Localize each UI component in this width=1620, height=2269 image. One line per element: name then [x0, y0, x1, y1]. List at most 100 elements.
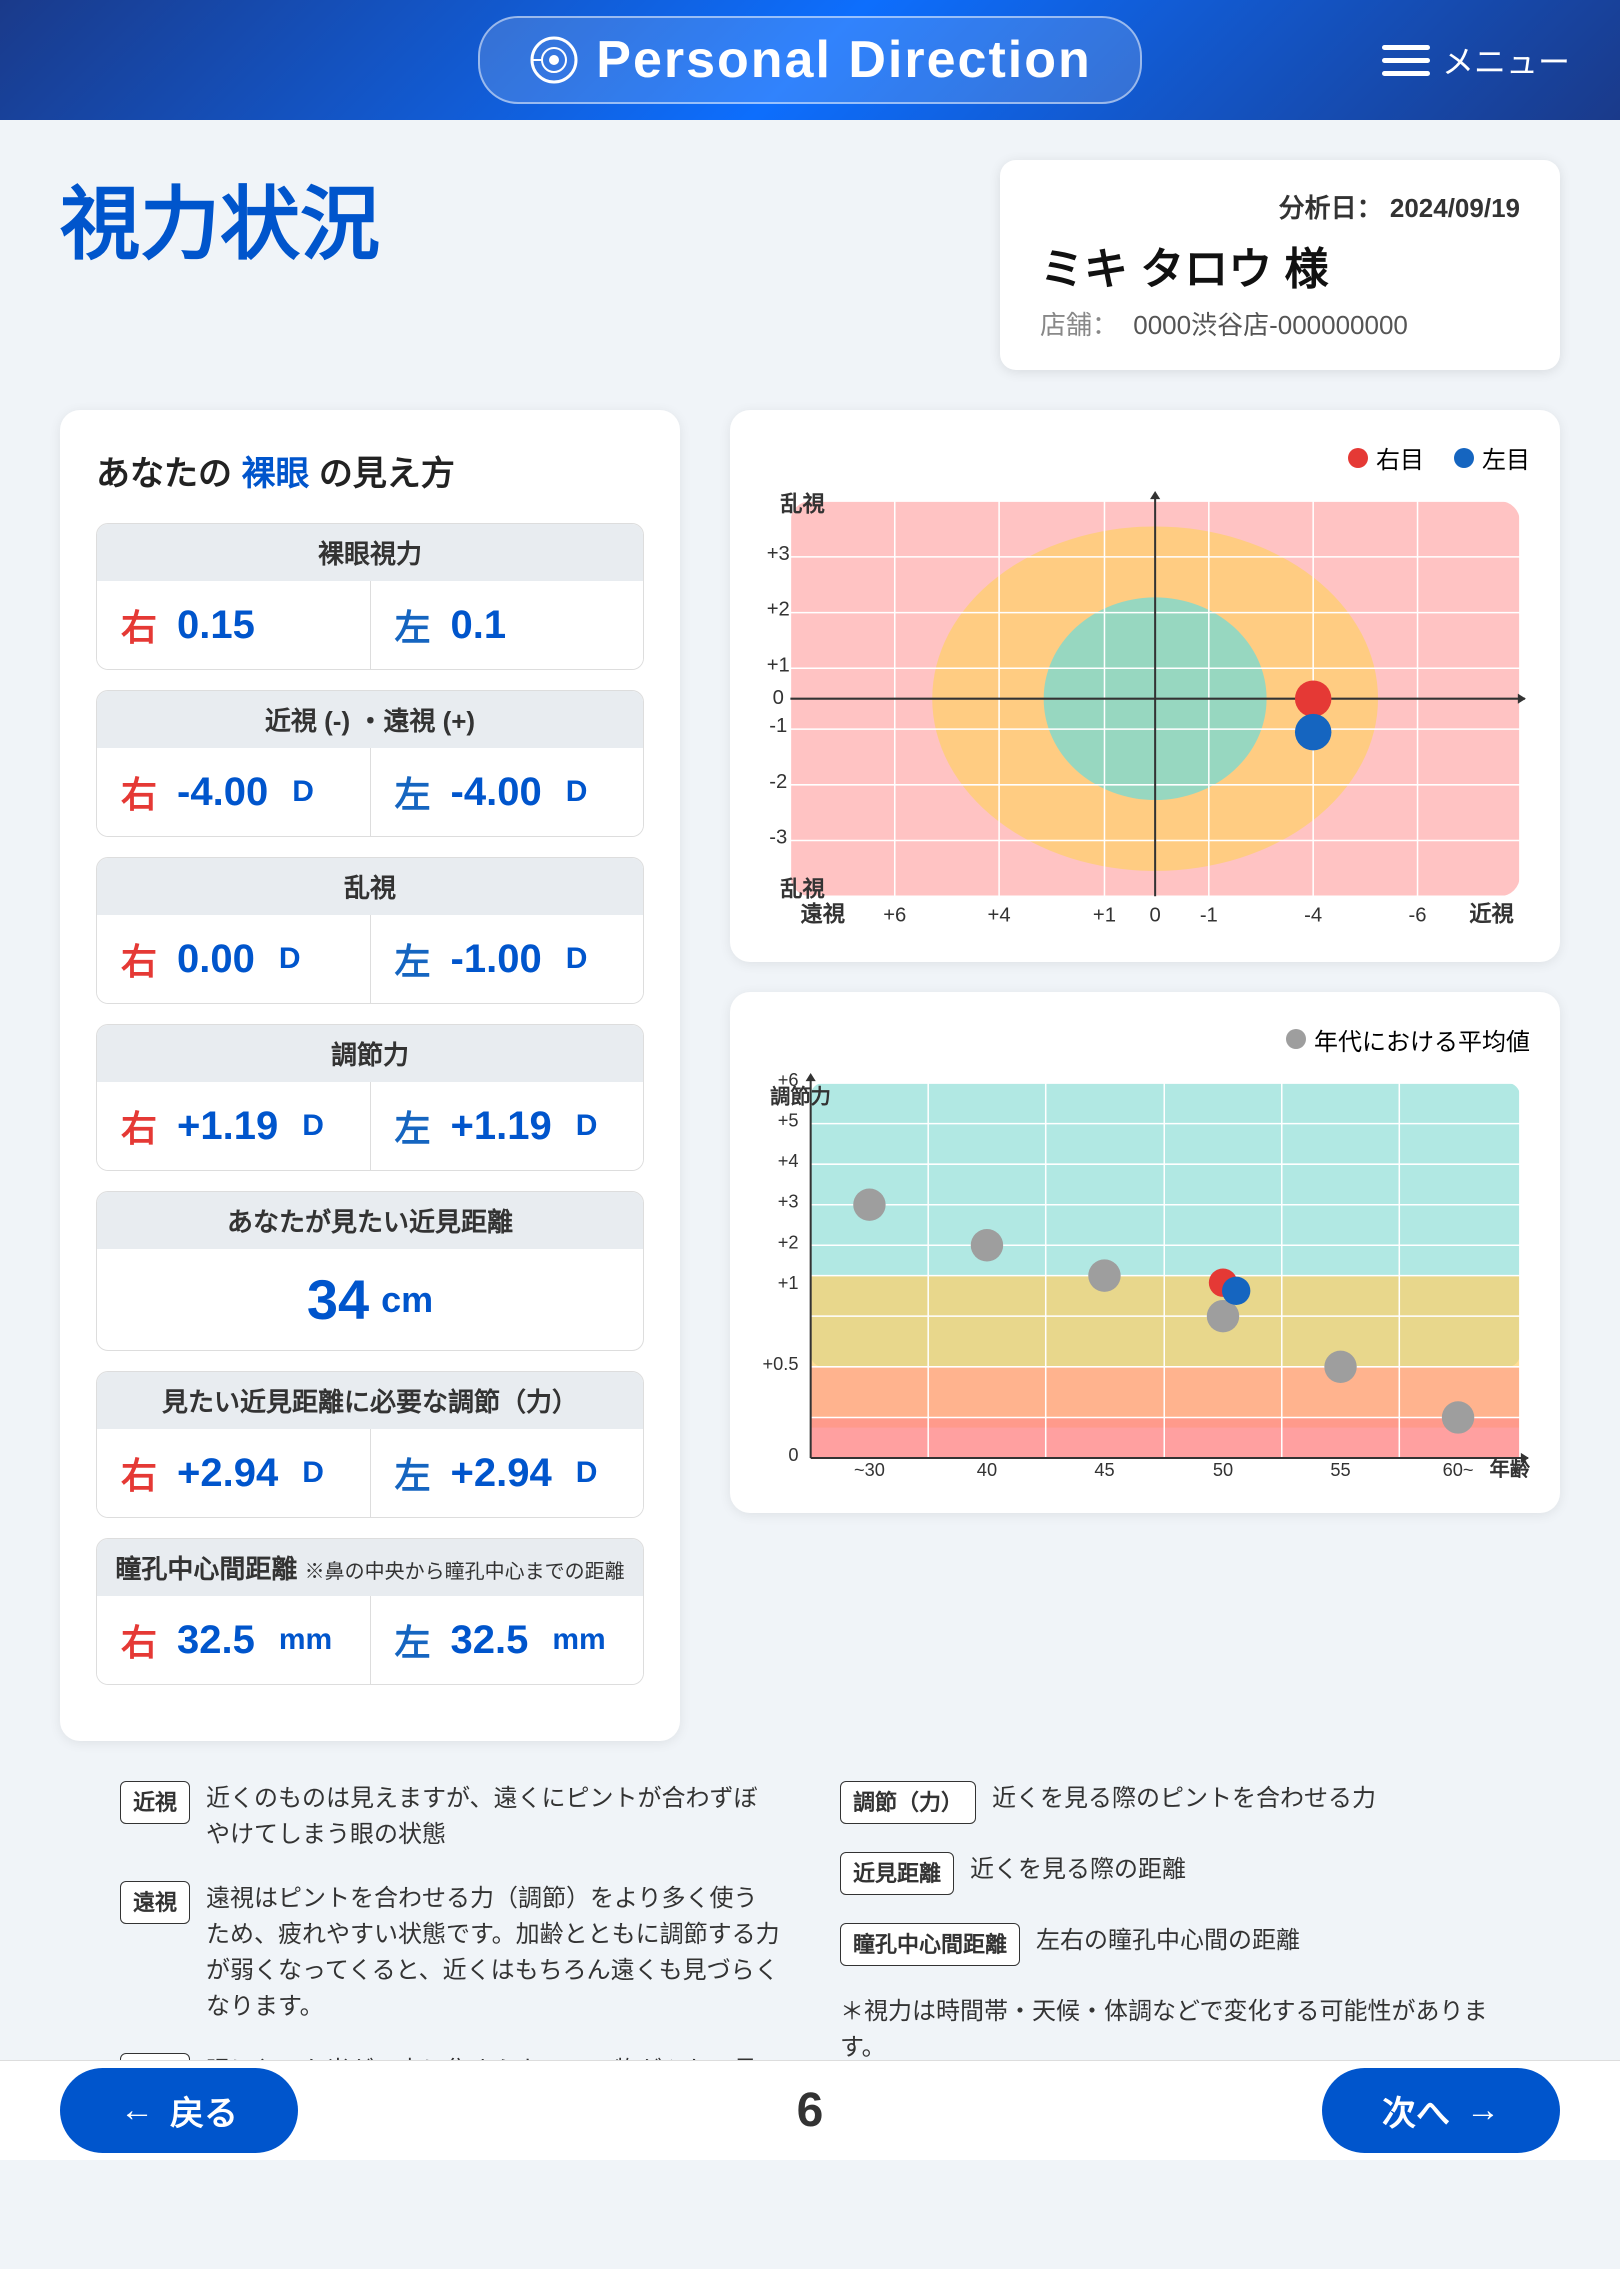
svg-text:+5: +5 [778, 1109, 799, 1130]
near-accom-unit-l: D [576, 1456, 598, 1490]
top-section: 視力状況 分析日： 2024/09/19 ミキ タロウ 様 店舗： 0000渋谷… [60, 160, 1560, 370]
near-accom-row: 右 +2.94 D 左 +2.94 D [97, 1429, 643, 1517]
back-label: 戻る [170, 2086, 238, 2135]
pupil-group: 瞳孔中心間距離 ※鼻の中央から瞳孔中心までの距離 右 32.5 mm 左 32.… [96, 1538, 644, 1685]
svg-text:+0.5: +0.5 [763, 1353, 799, 1374]
panel-header-highlight: 裸眼 [241, 455, 309, 493]
accom-age-chart: +6 +5 +4 +3 +2 +1 +0.5 0 ~30 40 45 50 55… [760, 1073, 1530, 1478]
pupil-unit-r: mm [279, 1623, 332, 1657]
chart1-left-eye-dot [1295, 714, 1331, 750]
legend-right-label: 右目 [1376, 440, 1424, 475]
page-title: 視力状況 [60, 160, 380, 276]
near-dist-value: 34 [307, 1267, 369, 1332]
avg-dot-60 [1442, 1401, 1474, 1433]
accom-row: 右 +1.19 D 左 +1.19 D [97, 1082, 643, 1170]
naked-eye-group: 裸眼視力 右 0.15 左 0.1 [96, 523, 644, 670]
myopia-label: 近視 (-) ・遠視 (+) [97, 691, 643, 748]
svg-text:+3: +3 [767, 543, 790, 565]
near-desc: 近くを見る際の距離 [970, 1852, 1186, 1888]
pupil-left-value: 32.5 [451, 1618, 529, 1663]
svg-text:+2: +2 [778, 1231, 799, 1252]
naked-left-value: 0.1 [451, 603, 507, 648]
svg-text:50: 50 [1213, 1459, 1233, 1478]
near-tag: 近見距離 [840, 1852, 954, 1895]
store-value: 0000渋谷店-000000000 [1133, 310, 1408, 340]
myopia-group: 近視 (-) ・遠視 (+) 右 -4.00 D 左 -4.00 D [96, 690, 644, 837]
data-section: あなたの 裸眼 の見え方 裸眼視力 右 0.15 左 0.1 [60, 410, 1560, 1741]
app-logo: Personal Direction [478, 16, 1141, 104]
avg-dot-30 [853, 1188, 885, 1220]
myopia-right-value: -4.00 [177, 770, 268, 815]
myopia-unit-r: D [292, 775, 314, 809]
left-label-3: 左 [395, 933, 431, 985]
chart2-legend: 年代における平均値 [760, 1022, 1530, 1057]
patient-name: ミキ タロウ 様 [1040, 233, 1520, 297]
legend-left: 左目 [1454, 440, 1530, 475]
vision-scatter-chart: +3 +2 +1 0 -1 -2 -3 +6 +4 +1 0 -1 -4 -6 [760, 491, 1530, 927]
hyperopia-tag: 遠視 [120, 1881, 190, 1924]
myopia-left: 左 -4.00 D [371, 748, 644, 836]
right-label-6: 右 [121, 1614, 157, 1666]
legend-accom-r: 調節（力） 近くを見る際のピントを合わせる力 [840, 1781, 1500, 1824]
svg-text:0: 0 [788, 1444, 798, 1465]
pupil-left: 左 32.5 mm [371, 1596, 644, 1684]
astig-left-value: -1.00 [451, 937, 542, 982]
accom-right-value: +1.19 [177, 1104, 278, 1149]
astig-row: 右 0.00 D 左 -1.00 D [97, 915, 643, 1003]
analysis-date-label: 分析日： [1279, 193, 1383, 223]
near-accom-unit-r: D [302, 1456, 324, 1490]
naked-eye-left: 左 0.1 [371, 581, 644, 669]
near-accom-right: 右 +2.94 D [97, 1429, 371, 1517]
patient-card: 分析日： 2024/09/19 ミキ タロウ 様 店舗： 0000渋谷店-000… [1000, 160, 1560, 370]
right-dot [1348, 448, 1368, 468]
svg-text:45: 45 [1094, 1459, 1114, 1478]
myopia-left-value: -4.00 [451, 770, 542, 815]
svg-text:+2: +2 [767, 599, 790, 621]
svg-text:0: 0 [773, 687, 784, 709]
legend-left-label: 左目 [1482, 440, 1530, 475]
next-arrow-icon: → [1466, 2091, 1500, 2130]
left-label: 左 [395, 599, 431, 651]
naked-eye-row: 右 0.15 左 0.1 [97, 581, 643, 669]
near-dist-group: あなたが見たい近見距離 34 cm [96, 1191, 644, 1351]
near-dist-unit: cm [381, 1279, 433, 1321]
svg-text:遠視: 遠視 [801, 901, 846, 927]
menu-button[interactable]: メニュー [1382, 37, 1570, 83]
svg-text:+1: +1 [767, 654, 790, 676]
legend-note: ＊視力は時間帯・天候・体調などで変化する可能性があります。 [840, 1994, 1500, 2066]
accom-chart-container: 年代における平均値 [730, 992, 1560, 1513]
app-icon [528, 34, 580, 86]
back-arrow-icon: ← [120, 2091, 154, 2130]
pupil-unit-l: mm [552, 1623, 605, 1657]
svg-text:-4: -4 [1304, 905, 1322, 927]
pupil-row: 右 32.5 mm 左 32.5 mm [97, 1596, 643, 1684]
near-accom-left: 左 +2.94 D [371, 1429, 644, 1517]
svg-text:+1: +1 [778, 1271, 799, 1292]
back-button[interactable]: ← 戻る [60, 2068, 298, 2153]
astig-right-value: 0.00 [177, 937, 255, 982]
right-label-2: 右 [121, 766, 157, 818]
next-button[interactable]: 次へ → [1322, 2068, 1560, 2153]
naked-right-value: 0.15 [177, 603, 255, 648]
accom-label: 調節力 [97, 1025, 643, 1082]
svg-text:調節力: 調節力 [770, 1084, 831, 1108]
vision-chart-container: 右目 左目 [730, 410, 1560, 962]
patient-store: 店舗： 0000渋谷店-000000000 [1040, 305, 1520, 342]
accom-group: 調節力 右 +1.19 D 左 +1.19 D [96, 1024, 644, 1171]
pupil-desc: 左右の瞳孔中心間の距離 [1036, 1923, 1300, 1959]
svg-text:+4: +4 [988, 905, 1011, 927]
svg-text:55: 55 [1330, 1459, 1350, 1478]
myopia-tag: 近視 [120, 1781, 190, 1824]
hyperopia-desc: 遠視はピントを合わせる力（調節）をより多く使うため、疲れやすい状態です。加齢とと… [206, 1881, 780, 2025]
panel-header: あなたの 裸眼 の見え方 [96, 446, 644, 495]
app-title: Personal Direction [596, 30, 1091, 90]
analysis-date-value: 2024/09/19 [1390, 193, 1520, 223]
note-text: ＊視力は時間帯・天候・体調などで変化する可能性があります。 [840, 1994, 1500, 2066]
near-accom-group: 見たい近見距離に必要な調節（力） 右 +2.94 D 左 +2.94 D [96, 1371, 644, 1518]
astig-unit-r: D [279, 942, 301, 976]
accom-tag: 調節（力） [840, 1781, 976, 1824]
right-label: 右 [121, 599, 157, 651]
left-panel: あなたの 裸眼 の見え方 裸眼視力 右 0.15 左 0.1 [60, 410, 680, 1741]
svg-text:-2: -2 [769, 771, 787, 793]
legend-near-r: 近見距離 近くを見る際の距離 [840, 1852, 1500, 1895]
